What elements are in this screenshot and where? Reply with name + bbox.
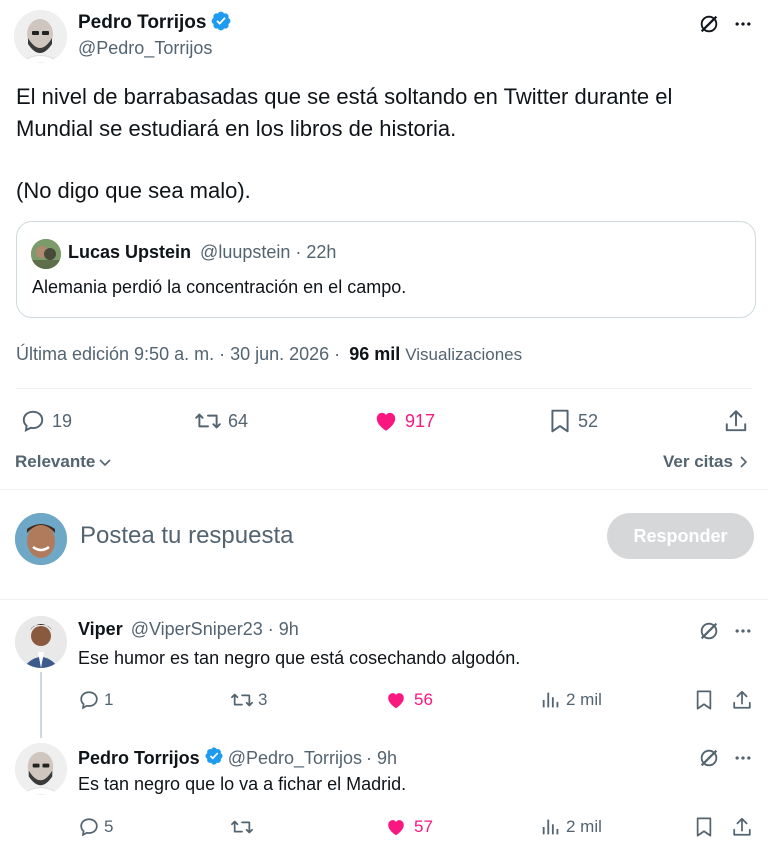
- repost-icon: [195, 413, 221, 429]
- views-count: 2 mil: [566, 817, 602, 836]
- tweet-text-line-3: (No digo que sea malo).: [16, 178, 251, 203]
- reply-time[interactable]: · 9h: [268, 619, 299, 639]
- more-options-icon[interactable]: [730, 11, 756, 37]
- reply-avatar[interactable]: [15, 616, 67, 668]
- views-button[interactable]: 2 mil: [540, 688, 602, 712]
- grok-icon[interactable]: [696, 745, 722, 771]
- meta-divider: [16, 388, 752, 389]
- bookmark-icon: [551, 409, 569, 433]
- quoted-tweet-card[interactable]: Lucas Upstein @luupstein · 22h Alemania …: [16, 221, 756, 318]
- bookmark-count: 52: [578, 410, 599, 431]
- repost-icon: [231, 693, 253, 707]
- views-count: 96 mil: [349, 344, 401, 364]
- views-button[interactable]: 2 mil: [540, 815, 602, 839]
- analytics-icon: [542, 819, 559, 835]
- reply-button[interactable]: 1: [78, 688, 113, 712]
- reply-icon: [80, 691, 98, 710]
- sort-label: Relevante: [15, 452, 96, 471]
- respond-button[interactable]: Responder: [607, 513, 754, 559]
- quoted-author-avatar: [31, 239, 61, 269]
- repost-count: 3: [258, 690, 268, 709]
- share-icon: [733, 817, 751, 836]
- like-count: 917: [405, 410, 436, 431]
- share-button[interactable]: [722, 408, 750, 434]
- bookmark-icon: [696, 690, 712, 710]
- grok-icon[interactable]: [696, 618, 722, 644]
- heart-filled-icon: [388, 820, 404, 836]
- bookmark-button[interactable]: 52: [548, 408, 598, 434]
- grok-icon[interactable]: [696, 11, 722, 37]
- quoted-author-name: Lucas Upstein: [68, 242, 192, 262]
- view-quotes-link[interactable]: Ver citas: [663, 452, 751, 472]
- reply-author-handle[interactable]: @Pedro_Torrijos: [228, 748, 362, 769]
- author-handle[interactable]: @Pedro_Torrijos: [78, 38, 212, 59]
- composer-divider: [0, 599, 768, 600]
- reply-input[interactable]: Postea tu respuesta: [80, 522, 580, 550]
- like-count: 56: [414, 690, 433, 709]
- like-button[interactable]: 917: [373, 408, 435, 434]
- tweet-meta: Última edición 9:50 a. m. · 30 jun. 2026…: [16, 344, 522, 365]
- bookmark-icon: [696, 817, 712, 837]
- views-label: Visualizaciones: [405, 345, 523, 364]
- share-button[interactable]: [730, 815, 754, 839]
- quoted-time: · 22h: [295, 242, 337, 262]
- chevron-right-icon: [740, 456, 748, 468]
- reply-count: 19: [52, 410, 73, 431]
- reply-button[interactable]: 19: [20, 408, 72, 434]
- repost-icon: [231, 820, 253, 834]
- heart-filled-icon: [388, 693, 404, 709]
- reply-count: 5: [104, 817, 114, 836]
- reply-author-name[interactable]: Viper: [78, 619, 123, 639]
- reply-header: Pedro Torrijos @Pedro_Torrijos · 9h: [78, 746, 397, 771]
- analytics-icon: [542, 692, 559, 708]
- like-count: 57: [414, 817, 433, 836]
- edited-timestamp[interactable]: Última edición 9:50 a. m. · 30 jun. 2026…: [16, 344, 340, 364]
- view-quotes-label: Ver citas: [663, 452, 733, 471]
- share-icon: [725, 410, 747, 432]
- quoted-author-handle: @luupstein: [200, 242, 291, 262]
- reply-author-name[interactable]: Pedro Torrijos: [78, 748, 200, 769]
- verified-badge-icon: [210, 10, 232, 37]
- repost-button[interactable]: 64: [194, 408, 248, 434]
- current-user-avatar[interactable]: [15, 513, 67, 565]
- tweet-text-line-2: Mundial se estudiará en los libros de hi…: [16, 116, 457, 141]
- chevron-down-icon: [99, 459, 111, 467]
- reply-avatar[interactable]: [15, 743, 67, 795]
- reply-text: Es tan negro que lo va a fichar el Madri…: [78, 774, 407, 794]
- reply-button[interactable]: 5: [78, 815, 113, 839]
- bookmark-button[interactable]: [692, 815, 716, 839]
- views-count: 2 mil: [566, 690, 602, 709]
- reply-icon: [80, 818, 98, 837]
- repost-count: 64: [228, 410, 249, 431]
- more-options-icon[interactable]: [730, 745, 756, 771]
- reply-time[interactable]: · 9h: [366, 748, 397, 769]
- reply-thread-line: [40, 672, 42, 738]
- author-name-row: Pedro Torrijos: [78, 10, 232, 36]
- verified-badge-icon: [204, 746, 224, 771]
- share-icon: [733, 690, 751, 709]
- author-avatar[interactable]: [14, 10, 67, 63]
- reply-header: Viper @ViperSniper23 · 9h: [78, 619, 299, 640]
- like-button[interactable]: 56: [384, 688, 433, 712]
- reply-text: Ese humor es tan negro que está cosechan…: [78, 648, 521, 668]
- quoted-text: Alemania perdió la concentración en el c…: [32, 277, 407, 297]
- reply-count: 1: [104, 690, 114, 709]
- filters-divider: [0, 489, 768, 490]
- bookmark-button[interactable]: [692, 688, 716, 712]
- more-options-icon[interactable]: [730, 618, 756, 644]
- repost-button[interactable]: 3: [230, 688, 267, 712]
- sort-dropdown[interactable]: Relevante: [15, 452, 113, 472]
- like-button[interactable]: 57: [384, 815, 433, 839]
- tweet-text-line-1: El nivel de barrabasadas que se está sol…: [16, 84, 673, 109]
- quoted-author-row: Lucas Upstein @luupstein · 22h: [68, 242, 336, 263]
- reply-author-handle[interactable]: @ViperSniper23: [131, 619, 263, 639]
- repost-button[interactable]: [230, 815, 260, 839]
- share-button[interactable]: [730, 688, 754, 712]
- author-name[interactable]: Pedro Torrijos: [78, 12, 206, 34]
- reply-icon: [22, 410, 44, 432]
- heart-filled-icon: [376, 412, 396, 431]
